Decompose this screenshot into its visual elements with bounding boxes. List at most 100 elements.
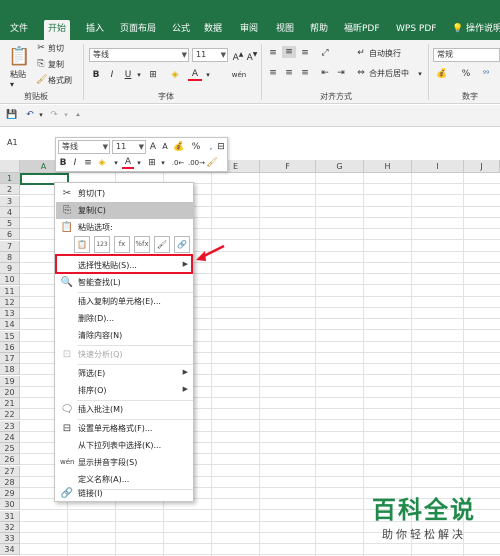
- row-header[interactable]: 24: [0, 432, 20, 443]
- mini-size-combo[interactable]: 11 ▼: [112, 140, 146, 154]
- align-left-icon[interactable]: ≡: [266, 67, 280, 79]
- save-icon[interactable]: 💾: [6, 109, 18, 121]
- row-header[interactable]: 19: [0, 376, 20, 387]
- tab-wps-pdf[interactable]: WPS PDF: [396, 22, 436, 36]
- redo-icon[interactable]: ↷: [48, 109, 60, 121]
- row-header[interactable]: 5: [0, 218, 20, 229]
- percent-icon[interactable]: %: [191, 141, 201, 153]
- font-size-combo[interactable]: 11 ▼: [192, 48, 228, 62]
- border-icon[interactable]: ⊞: [146, 157, 158, 169]
- select-all-corner[interactable]: [0, 160, 20, 173]
- merge-center-button[interactable]: 合并后居中: [369, 69, 409, 79]
- row-header[interactable]: 3: [0, 196, 20, 207]
- column-header[interactable]: F: [260, 160, 316, 173]
- row-header[interactable]: 34: [0, 544, 20, 555]
- orientation-icon[interactable]: ⤢: [318, 47, 332, 59]
- tab-file[interactable]: 文件: [10, 22, 28, 36]
- chevron-down-icon[interactable]: ▾: [112, 157, 120, 169]
- row-header[interactable]: 32: [0, 522, 20, 533]
- row-header[interactable]: 1: [0, 173, 20, 184]
- decrease-indent-icon[interactable]: ⇤: [318, 67, 332, 79]
- column-header[interactable]: G: [316, 160, 364, 173]
- chevron-down-icon[interactable]: ▾: [204, 69, 212, 81]
- row-header[interactable]: 17: [0, 353, 20, 364]
- align-right-icon[interactable]: ≡: [298, 67, 312, 79]
- row-header[interactable]: 4: [0, 207, 20, 218]
- row-header[interactable]: 23: [0, 421, 20, 432]
- align-bottom-icon[interactable]: ≡: [298, 47, 312, 59]
- bold-icon[interactable]: B: [58, 157, 68, 169]
- chevron-down-icon[interactable]: ▾: [416, 68, 424, 80]
- menu-item-delete[interactable]: 删除(D)...: [56, 310, 193, 327]
- tab-data[interactable]: 数据: [204, 22, 222, 36]
- menu-item-clear-contents[interactable]: 清除内容(N): [56, 327, 193, 344]
- increase-font-icon[interactable]: A▲: [232, 49, 244, 64]
- column-header[interactable]: J: [464, 160, 500, 173]
- menu-item-show-phonetic[interactable]: wén 显示拼音字段(S): [56, 454, 193, 471]
- font-color-icon[interactable]: A: [122, 156, 134, 169]
- cut-button[interactable]: 剪切: [48, 44, 64, 54]
- format-painter-icon[interactable]: 🖌: [206, 157, 218, 169]
- tab-tell-me[interactable]: 操作说明: [466, 22, 500, 36]
- lightbulb-icon[interactable]: 💡: [452, 22, 463, 36]
- row-header[interactable]: 2: [0, 184, 20, 195]
- wrap-text-icon[interactable]: ↵: [355, 47, 367, 59]
- paste-icon[interactable]: 📋: [8, 46, 30, 68]
- comma-style-icon[interactable]: ⁹⁹: [478, 68, 494, 80]
- row-header[interactable]: 33: [0, 533, 20, 544]
- tab-help[interactable]: 帮助: [310, 22, 328, 36]
- row-header[interactable]: 8: [0, 252, 20, 263]
- paste-button[interactable]: 粘贴: [10, 70, 26, 80]
- format-cells-icon[interactable]: ⊟: [216, 141, 226, 153]
- tab-review[interactable]: 审阅: [240, 22, 258, 36]
- format-painter-button[interactable]: 格式刷: [48, 76, 72, 86]
- row-header[interactable]: 22: [0, 409, 20, 420]
- menu-item-insert-comment[interactable]: 🗨 插入批注(M): [56, 401, 193, 418]
- row-header[interactable]: 29: [0, 488, 20, 499]
- currency-icon[interactable]: 💰: [173, 141, 185, 153]
- row-header[interactable]: 18: [0, 364, 20, 375]
- currency-icon[interactable]: 💰: [434, 68, 450, 80]
- row-header[interactable]: 12: [0, 297, 20, 308]
- paste-option-paste-icon[interactable]: 📋: [74, 236, 90, 253]
- align-center-icon[interactable]: ≡: [82, 157, 94, 169]
- row-header[interactable]: 15: [0, 331, 20, 342]
- percent-icon[interactable]: %: [460, 68, 472, 80]
- row-header[interactable]: 25: [0, 443, 20, 454]
- chevron-down-icon[interactable]: ▾: [135, 69, 143, 81]
- paste-option-formulas-number-formats-icon[interactable]: %fx: [134, 236, 150, 253]
- menu-item-format-cells[interactable]: ⊟ 设置单元格格式(F)...: [56, 420, 193, 437]
- row-header[interactable]: 7: [0, 241, 20, 252]
- menu-item-cut[interactable]: ✂ 剪切(T): [56, 185, 193, 202]
- menu-item-filter[interactable]: 筛选(E) ▶: [56, 365, 193, 382]
- row-header[interactable]: 21: [0, 398, 20, 409]
- wrap-text-button[interactable]: 自动换行: [369, 49, 401, 59]
- chevron-down-icon[interactable]: ▾: [37, 109, 45, 121]
- merge-center-icon[interactable]: ⇔: [355, 67, 367, 79]
- tab-view[interactable]: 视图: [276, 22, 294, 36]
- align-middle-icon[interactable]: ≡: [282, 46, 296, 58]
- row-header[interactable]: 28: [0, 477, 20, 488]
- paste-option-formatting-icon[interactable]: 🖌: [154, 236, 170, 253]
- row-header[interactable]: 10: [0, 274, 20, 285]
- tab-home[interactable]: 开始: [44, 20, 71, 40]
- column-header[interactable]: I: [412, 160, 464, 173]
- underline-button[interactable]: U: [122, 69, 134, 81]
- decrease-decimal-icon[interactable]: .00→: [188, 157, 205, 169]
- menu-item-sort[interactable]: 排序(O) ▶: [56, 382, 193, 399]
- fill-color-icon[interactable]: ◈: [96, 157, 108, 169]
- chevron-down-icon[interactable]: ▾: [135, 157, 143, 169]
- column-header[interactable]: H: [364, 160, 412, 173]
- row-header[interactable]: 16: [0, 342, 20, 353]
- customize-qat-icon[interactable]: ⩡: [74, 109, 82, 121]
- comma-style-icon[interactable]: ,: [206, 141, 216, 153]
- row-header[interactable]: 20: [0, 387, 20, 398]
- row-header[interactable]: 11: [0, 286, 20, 297]
- paste-dropdown-icon[interactable]: ▾: [10, 80, 14, 90]
- copy-button[interactable]: 复制: [48, 60, 64, 70]
- menu-item-copy[interactable]: ⎘ 复制(C): [56, 202, 193, 219]
- chevron-down-icon[interactable]: ▾: [159, 157, 167, 169]
- name-box[interactable]: A1: [4, 137, 52, 151]
- tab-page-layout[interactable]: 页面布局: [120, 22, 156, 36]
- scissors-icon[interactable]: ✂: [36, 42, 46, 54]
